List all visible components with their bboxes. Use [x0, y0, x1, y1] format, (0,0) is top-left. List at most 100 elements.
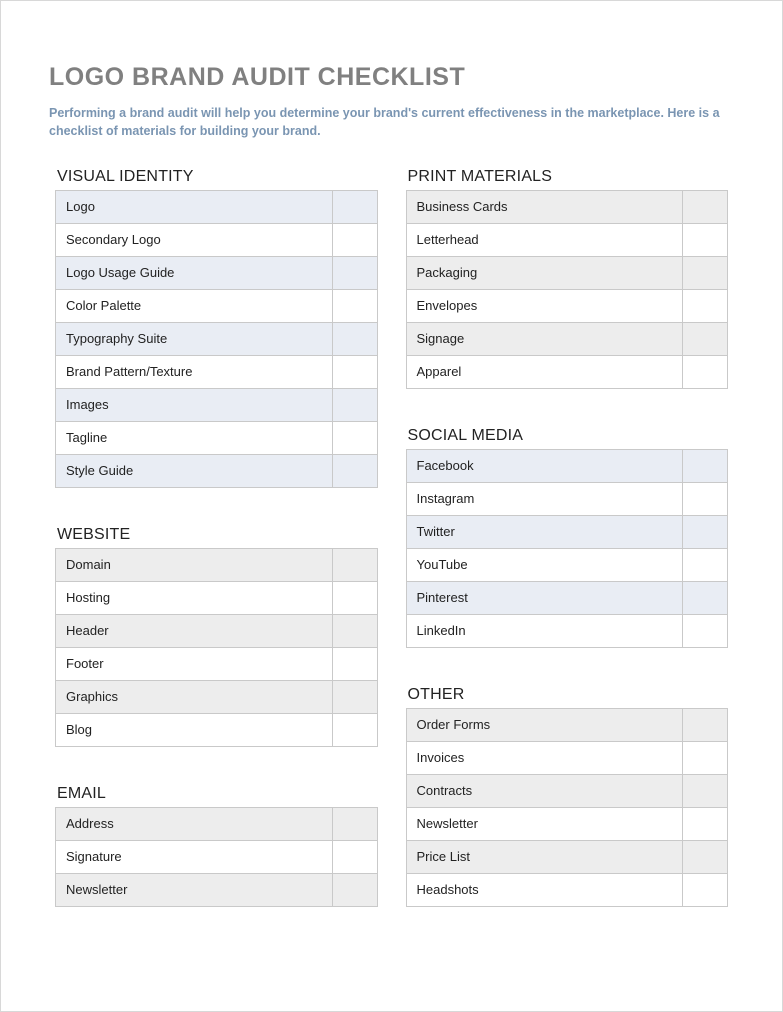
checklist-table: Order FormsInvoicesContractsNewsletterPr…	[406, 708, 729, 907]
row-checkbox-cell[interactable]	[683, 615, 727, 647]
row-label: Hosting	[56, 582, 333, 614]
row-label: Tagline	[56, 422, 333, 454]
table-row: Envelopes	[407, 290, 728, 323]
table-row: Typography Suite	[56, 323, 377, 356]
row-checkbox-cell[interactable]	[333, 874, 377, 906]
table-row: Color Palette	[56, 290, 377, 323]
row-checkbox-cell[interactable]	[333, 455, 377, 487]
section-heading: VISUAL IDENTITY	[55, 168, 378, 186]
table-row: Header	[56, 615, 377, 648]
row-label: Order Forms	[407, 709, 684, 741]
checklist-table: LogoSecondary LogoLogo Usage GuideColor …	[55, 190, 378, 488]
row-label: Logo Usage Guide	[56, 257, 333, 289]
row-checkbox-cell[interactable]	[333, 615, 377, 647]
table-row: Business Cards	[407, 191, 728, 224]
row-label: YouTube	[407, 549, 684, 581]
section: EMAILAddressSignatureNewsletter	[55, 785, 378, 907]
table-row: Images	[56, 389, 377, 422]
page-subtitle: Performing a brand audit will help you d…	[49, 104, 729, 140]
row-label: Newsletter	[56, 874, 333, 906]
row-label: Envelopes	[407, 290, 684, 322]
row-label: Typography Suite	[56, 323, 333, 355]
row-checkbox-cell[interactable]	[333, 422, 377, 454]
row-label: Brand Pattern/Texture	[56, 356, 333, 388]
row-checkbox-cell[interactable]	[683, 841, 727, 873]
row-checkbox-cell[interactable]	[683, 516, 727, 548]
section: PRINT MATERIALS Business CardsLetterheadP…	[406, 168, 729, 389]
row-checkbox-cell[interactable]	[683, 323, 727, 355]
row-label: Images	[56, 389, 333, 421]
table-row: Packaging	[407, 257, 728, 290]
table-row: Headshots	[407, 874, 728, 907]
table-row: Secondary Logo	[56, 224, 377, 257]
row-label: Logo	[56, 191, 333, 223]
row-checkbox-cell[interactable]	[333, 224, 377, 256]
table-row: Logo Usage Guide	[56, 257, 377, 290]
row-checkbox-cell[interactable]	[333, 323, 377, 355]
row-checkbox-cell[interactable]	[333, 356, 377, 388]
row-label: Instagram	[407, 483, 684, 515]
row-label: Letterhead	[407, 224, 684, 256]
section-heading: SOCIAL MEDIA	[406, 427, 729, 445]
section-heading: OTHER	[406, 686, 729, 704]
section: VISUAL IDENTITY LogoSecondary LogoLogo Us…	[55, 168, 378, 488]
row-label: LinkedIn	[407, 615, 684, 647]
row-checkbox-cell[interactable]	[683, 775, 727, 807]
row-checkbox-cell[interactable]	[333, 582, 377, 614]
table-row: Style Guide	[56, 455, 377, 488]
row-checkbox-cell[interactable]	[683, 483, 727, 515]
page-title: LOGO BRAND AUDIT CHECKLIST	[49, 63, 734, 92]
table-row: Graphics	[56, 681, 377, 714]
table-row: Newsletter	[56, 874, 377, 907]
row-checkbox-cell[interactable]	[683, 742, 727, 774]
row-checkbox-cell[interactable]	[333, 714, 377, 746]
row-checkbox-cell[interactable]	[333, 549, 377, 581]
row-checkbox-cell[interactable]	[333, 681, 377, 713]
table-row: Brand Pattern/Texture	[56, 356, 377, 389]
row-label: Blog	[56, 714, 333, 746]
section: SOCIAL MEDIA FacebookInstagramTwitterYouT…	[406, 427, 729, 648]
row-checkbox-cell[interactable]	[683, 808, 727, 840]
table-row: Logo	[56, 191, 377, 224]
table-row: Order Forms	[407, 709, 728, 742]
table-row: YouTube	[407, 549, 728, 582]
table-row: Signature	[56, 841, 377, 874]
table-row: Newsletter	[407, 808, 728, 841]
row-checkbox-cell[interactable]	[333, 290, 377, 322]
row-label: Domain	[56, 549, 333, 581]
table-row: Facebook	[407, 450, 728, 483]
row-checkbox-cell[interactable]	[333, 648, 377, 680]
row-label: Invoices	[407, 742, 684, 774]
row-checkbox-cell[interactable]	[683, 450, 727, 482]
columns-container: VISUAL IDENTITY LogoSecondary LogoLogo Us…	[49, 168, 734, 945]
row-checkbox-cell[interactable]	[333, 389, 377, 421]
row-checkbox-cell[interactable]	[683, 257, 727, 289]
table-row: Price List	[407, 841, 728, 874]
row-checkbox-cell[interactable]	[683, 290, 727, 322]
table-row: Twitter	[407, 516, 728, 549]
row-checkbox-cell[interactable]	[333, 257, 377, 289]
table-row: Blog	[56, 714, 377, 747]
row-checkbox-cell[interactable]	[683, 874, 727, 906]
row-label: Newsletter	[407, 808, 684, 840]
checklist-table: DomainHostingHeaderFooterGraphicsBlog	[55, 548, 378, 747]
section: WEBSITEDomainHostingHeaderFooterGraphics…	[55, 526, 378, 747]
row-checkbox-cell[interactable]	[683, 224, 727, 256]
row-label: Style Guide	[56, 455, 333, 487]
row-label: Footer	[56, 648, 333, 680]
row-label: Pinterest	[407, 582, 684, 614]
table-row: Signage	[407, 323, 728, 356]
row-checkbox-cell[interactable]	[683, 709, 727, 741]
row-checkbox-cell[interactable]	[683, 582, 727, 614]
row-checkbox-cell[interactable]	[333, 808, 377, 840]
checklist-table: Business CardsLetterheadPackagingEnvelop…	[406, 190, 729, 389]
section-heading: PRINT MATERIALS	[406, 168, 729, 186]
row-checkbox-cell[interactable]	[683, 356, 727, 388]
row-checkbox-cell[interactable]	[683, 191, 727, 223]
row-checkbox-cell[interactable]	[683, 549, 727, 581]
row-label: Graphics	[56, 681, 333, 713]
table-row: Pinterest	[407, 582, 728, 615]
row-label: Address	[56, 808, 333, 840]
row-checkbox-cell[interactable]	[333, 841, 377, 873]
row-checkbox-cell[interactable]	[333, 191, 377, 223]
